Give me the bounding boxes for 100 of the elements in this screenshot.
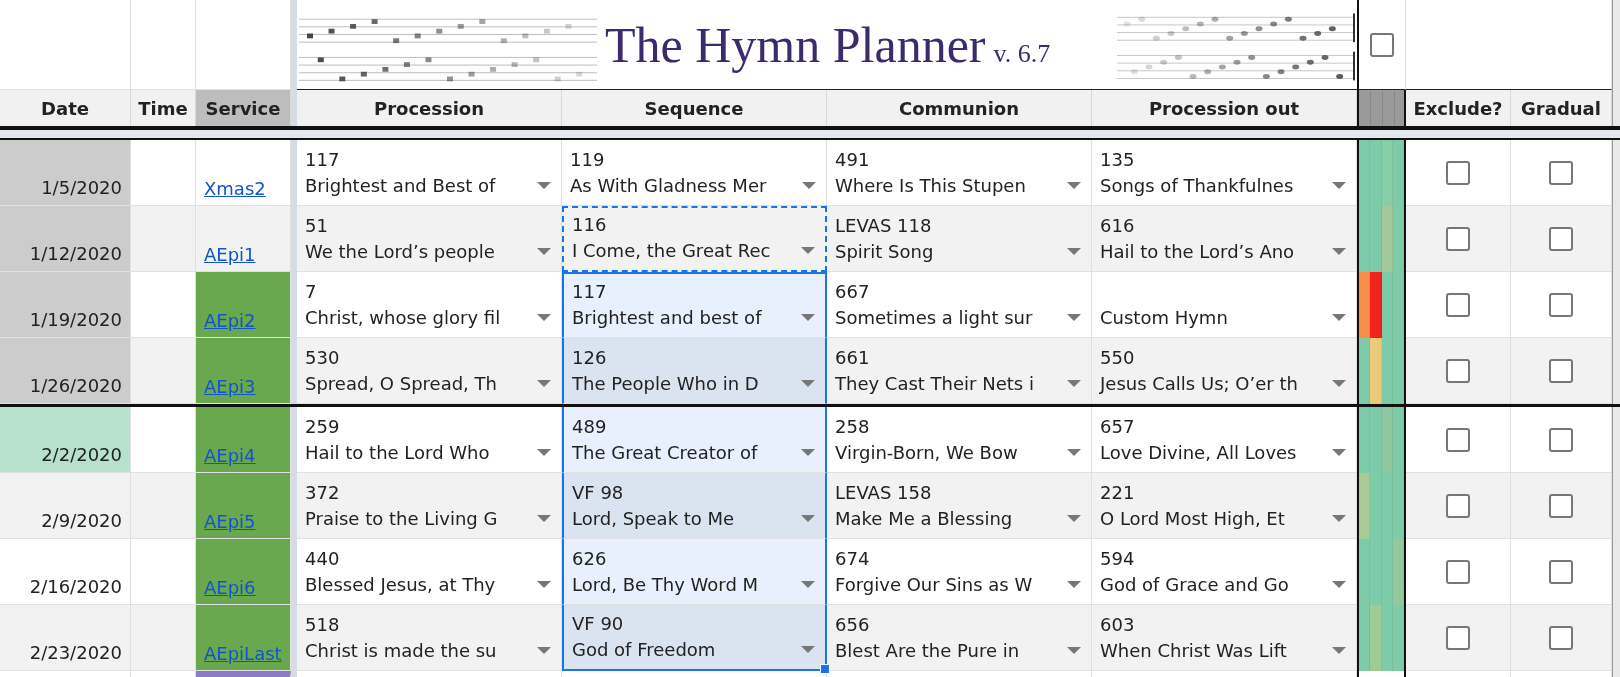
- dropdown-caret-icon[interactable]: [537, 647, 551, 655]
- app-title: The Hymn Planner: [605, 15, 986, 74]
- hymn-title: God of Freedom: [572, 638, 716, 662]
- checkbox[interactable]: [1446, 292, 1470, 317]
- hymn-number: LEVAS 158: [835, 481, 932, 505]
- dropdown-caret-icon[interactable]: [1067, 182, 1081, 190]
- dropdown-caret-icon[interactable]: [1067, 380, 1081, 388]
- table-cell[interactable]: 661 They Cast Their Nets i: [827, 338, 1092, 404]
- dropdown-caret-icon[interactable]: [801, 581, 815, 589]
- checkbox[interactable]: [1446, 625, 1470, 650]
- hymn-title: They Cast Their Nets i: [835, 372, 1034, 396]
- checkbox[interactable]: [1446, 226, 1470, 251]
- checkbox[interactable]: [1446, 160, 1470, 185]
- checkbox[interactable]: [1446, 559, 1470, 584]
- dropdown-caret-icon[interactable]: [801, 515, 815, 523]
- hymn-number: 119: [570, 148, 605, 172]
- dropdown-caret-icon[interactable]: [537, 581, 551, 589]
- table-cell[interactable]: 550 Jesus Calls Us; O’er th: [1092, 338, 1357, 404]
- table-cell[interactable]: VF 98 Lord, Speak to Me: [562, 473, 827, 539]
- dropdown-caret-icon[interactable]: [1332, 380, 1346, 388]
- hymn-title: Where Is This Stupen: [835, 174, 1026, 198]
- hymn-number: 259: [305, 415, 340, 439]
- service-link[interactable]: AEpi1: [204, 244, 256, 265]
- checkbox[interactable]: [1549, 292, 1573, 317]
- dropdown-caret-icon[interactable]: [537, 380, 551, 388]
- fill-handle[interactable]: [820, 664, 830, 674]
- hymn-number: 489: [572, 415, 607, 439]
- hymn-title: Lord, Speak to Me: [572, 507, 735, 531]
- dropdown-caret-icon[interactable]: [1067, 581, 1081, 589]
- dropdown-caret-icon[interactable]: [801, 380, 815, 388]
- date-cell: 2/23/2020: [0, 605, 131, 671]
- dropdown-caret-icon[interactable]: [1332, 182, 1346, 190]
- dropdown-caret-icon[interactable]: [537, 314, 551, 322]
- dropdown-caret-icon[interactable]: [801, 314, 815, 322]
- table-cell[interactable]: 126 The People Who in D: [562, 338, 827, 404]
- dropdown-caret-icon[interactable]: [1067, 647, 1081, 655]
- column-header: Sequence: [562, 90, 827, 126]
- dropdown-caret-icon[interactable]: [1067, 314, 1081, 322]
- hymn-title: Virgin-Born, We Bow: [835, 441, 1018, 465]
- dropdown-caret-icon[interactable]: [1332, 515, 1346, 523]
- checkbox[interactable]: [1446, 358, 1470, 383]
- dropdown-caret-icon[interactable]: [802, 182, 816, 190]
- dropdown-caret-icon[interactable]: [801, 247, 815, 255]
- hymn-title: Jesus Calls Us; O’er th: [1100, 372, 1298, 396]
- hymn-number: 530: [305, 346, 340, 370]
- hymn-title: Brightest and best of: [572, 306, 762, 330]
- dropdown-caret-icon[interactable]: [801, 449, 815, 457]
- dropdown-caret-icon[interactable]: [1332, 449, 1346, 457]
- service-link[interactable]: Xmas2: [204, 178, 266, 199]
- hymn-number: 603: [1100, 613, 1135, 637]
- hymn-number: 7: [305, 280, 317, 304]
- hymn-number: 656: [835, 613, 870, 637]
- checkbox[interactable]: [1549, 358, 1573, 383]
- hymn-number: 594: [1100, 547, 1135, 571]
- hymn-title: Hail to the Lord Who: [305, 441, 490, 465]
- checkbox[interactable]: [1549, 226, 1573, 251]
- checkbox[interactable]: [1370, 32, 1394, 57]
- checkbox[interactable]: [1549, 160, 1573, 185]
- checkbox[interactable]: [1549, 427, 1573, 452]
- column-header: Procession: [297, 90, 562, 126]
- hymn-title: Songs of Thankfulnes: [1100, 174, 1294, 198]
- table-cell[interactable]: 489 The Great Creator of: [562, 407, 827, 473]
- dropdown-caret-icon[interactable]: [1332, 647, 1346, 655]
- dropdown-caret-icon[interactable]: [1332, 248, 1346, 256]
- hymn-number: 372: [305, 481, 340, 505]
- dropdown-caret-icon[interactable]: [801, 646, 815, 654]
- hymn-number: LEVAS 118: [835, 214, 932, 238]
- column-header: Service: [196, 90, 291, 126]
- table-cell[interactable]: 117 Brightest and best of: [562, 272, 827, 338]
- dropdown-caret-icon[interactable]: [1067, 449, 1081, 457]
- dropdown-caret-icon[interactable]: [1332, 314, 1346, 322]
- hymn-number: 550: [1100, 346, 1135, 370]
- table-cell[interactable]: 656 Blest Are the Pure in: [827, 605, 1092, 671]
- hymn-title: Custom Hymn: [1100, 306, 1228, 330]
- column-header: Gradual: [1511, 90, 1612, 126]
- dropdown-caret-icon[interactable]: [1067, 248, 1081, 256]
- table-cell[interactable]: 603 When Christ Was Lift: [1092, 605, 1357, 671]
- dropdown-caret-icon[interactable]: [537, 449, 551, 457]
- hymn-number: 674: [835, 547, 870, 571]
- hymn-number: 116: [572, 213, 607, 237]
- hymn-title: The Great Creator of: [572, 441, 758, 465]
- dropdown-caret-icon[interactable]: [537, 515, 551, 523]
- checkbox[interactable]: [1446, 427, 1470, 452]
- dropdown-caret-icon[interactable]: [537, 248, 551, 256]
- dropdown-caret-icon[interactable]: [537, 182, 551, 190]
- hymn-title: Forgive Our Sins as W: [835, 573, 1033, 597]
- column-header: Exclude?: [1406, 90, 1511, 126]
- date-cell: 2/2/2020: [0, 407, 131, 473]
- dropdown-caret-icon[interactable]: [1332, 581, 1346, 589]
- checkbox[interactable]: [1549, 493, 1573, 518]
- dropdown-caret-icon[interactable]: [1067, 515, 1081, 523]
- table-cell[interactable]: 626 Lord, Be Thy Word M: [562, 539, 827, 605]
- checkbox[interactable]: [1446, 493, 1470, 518]
- hymn-number: 440: [305, 547, 340, 571]
- checkbox[interactable]: [1549, 559, 1573, 584]
- column-header: Time: [131, 90, 196, 126]
- hymn-title: Sometimes a light sur: [835, 306, 1033, 330]
- table-cell[interactable]: VF 90 God of Freedom: [562, 605, 827, 671]
- checkbox[interactable]: [1549, 625, 1573, 650]
- hymn-title: We the Lord’s people: [305, 240, 495, 264]
